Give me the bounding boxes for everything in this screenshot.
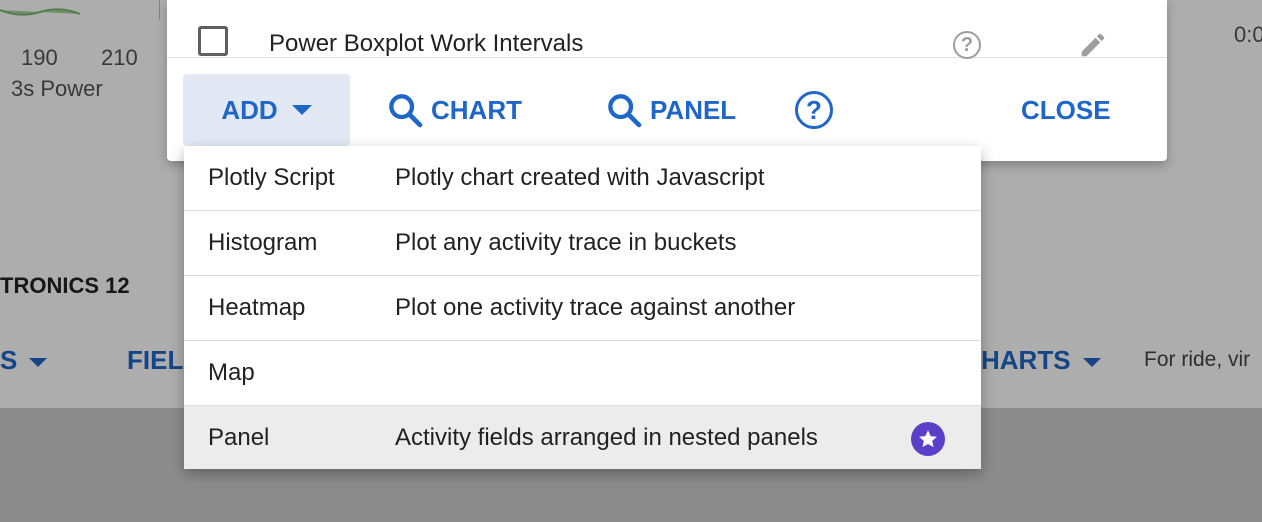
menu-item-plotly-script[interactable]: Plotly Script Plotly chart created with … — [184, 146, 981, 211]
help-circle-icon[interactable]: ? — [953, 31, 981, 59]
close-button[interactable]: CLOSE — [1021, 74, 1111, 146]
search-icon — [608, 94, 642, 128]
row-label: Power Boxplot Work Intervals — [269, 30, 584, 57]
caret-down-icon — [291, 105, 312, 115]
menu-item-name: Plotly Script — [208, 164, 335, 191]
menu-item-description: Plot one activity trace against another — [395, 294, 796, 321]
add-button[interactable]: ADD — [183, 74, 350, 146]
add-button-label: ADD — [221, 94, 278, 125]
pencil-icon[interactable] — [1077, 30, 1109, 60]
menu-item-map[interactable]: Map — [184, 341, 981, 406]
close-button-label: CLOSE — [1021, 94, 1111, 125]
row-checkbox[interactable] — [198, 26, 228, 56]
chart-button-label: CHART — [431, 94, 522, 125]
chart-list-row[interactable]: Power Boxplot Work Intervals ? — [167, 0, 1167, 60]
search-panel-button[interactable]: PANEL — [604, 74, 736, 146]
menu-item-panel[interactable]: Panel Activity fields arranged in nested… — [184, 406, 981, 469]
menu-item-name: Heatmap — [208, 294, 306, 321]
star-icon — [911, 422, 945, 456]
menu-item-name: Histogram — [208, 229, 318, 256]
add-chart-dialog: Power Boxplot Work Intervals ? ADD CHART… — [167, 0, 1167, 161]
menu-item-name: Panel — [208, 424, 270, 451]
menu-item-description: Plot any activity trace in buckets — [395, 229, 737, 256]
help-circle-icon: ? — [795, 91, 833, 129]
menu-item-description: Activity fields arranged in nested panel… — [395, 424, 818, 451]
add-dropdown-menu: Plotly Script Plotly chart created with … — [184, 146, 981, 469]
menu-item-description: Plotly chart created with Javascript — [395, 164, 765, 191]
search-chart-button[interactable]: CHART — [385, 74, 522, 146]
search-icon — [389, 94, 423, 128]
menu-item-histogram[interactable]: Histogram Plot any activity trace in buc… — [184, 211, 981, 276]
panel-button-label: PANEL — [650, 94, 737, 125]
help-button[interactable]: ? — [795, 74, 833, 146]
menu-item-name: Map — [208, 359, 255, 386]
menu-item-heatmap[interactable]: Heatmap Plot one activity trace against … — [184, 276, 981, 341]
